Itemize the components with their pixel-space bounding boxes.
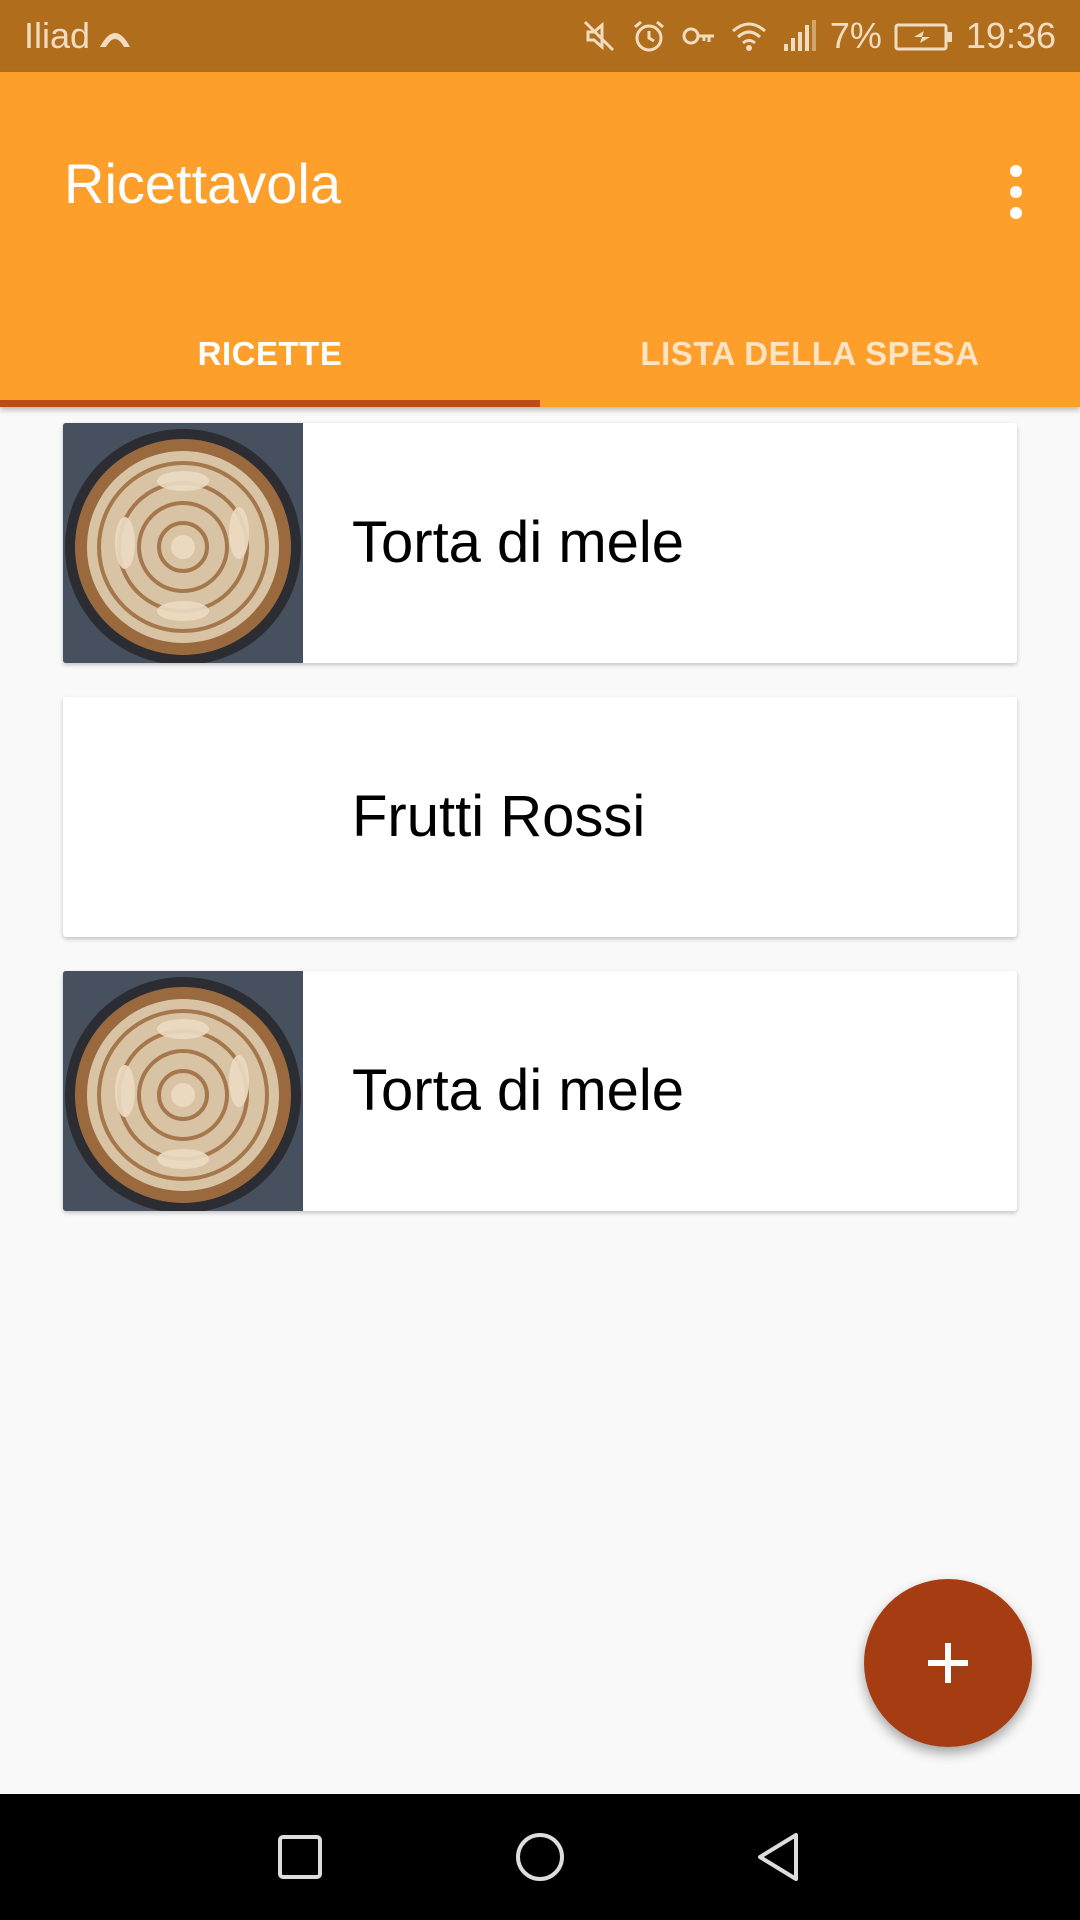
carrier-name: Iliad: [24, 15, 91, 56]
navigation-bar: [0, 1794, 1080, 1920]
alarm-icon: [633, 20, 664, 52]
add-recipe-button[interactable]: [864, 1579, 1032, 1747]
recipe-title: Frutti Rossi: [352, 784, 646, 849]
recipe-image: [63, 423, 303, 663]
battery-percent: 7%: [829, 15, 882, 56]
recipe-card[interactable]: Torta di mele: [63, 423, 1017, 663]
wifi-icon: [731, 22, 766, 51]
vpn-key-icon: [682, 27, 714, 45]
carrier-logo-icon: [100, 33, 131, 47]
home-icon[interactable]: [510, 1827, 570, 1887]
recipe-card[interactable]: Frutti Rossi: [63, 697, 1017, 937]
recipe-image: [63, 971, 303, 1211]
tab-lista-della-spesa[interactable]: LISTA DELLA SPESA: [540, 300, 1080, 407]
more-vert-icon[interactable]: [988, 152, 1044, 232]
tab-bar: RICETTE LISTA DELLA SPESA: [0, 300, 1080, 407]
mute-icon: [583, 20, 614, 52]
recents-icon[interactable]: [270, 1827, 330, 1887]
app-title: Ricettavola: [64, 152, 342, 215]
add-icon: [928, 1643, 968, 1683]
status-bar: Iliad 7% 19:36: [0, 0, 1080, 72]
tab-indicator: [0, 400, 540, 407]
tab-ricette[interactable]: RICETTE: [0, 300, 540, 407]
recipe-title: Torta di mele: [352, 1058, 685, 1123]
app-bar: Ricettavola RICETTE LISTA DELLA SPESA: [0, 72, 1080, 407]
recipe-title: Torta di mele: [352, 510, 685, 575]
back-icon[interactable]: [750, 1827, 810, 1887]
clock: 19:36: [965, 15, 1056, 56]
recipe-card[interactable]: Torta di mele: [63, 971, 1017, 1211]
carrier: Iliad: [24, 14, 134, 58]
signal-icon: [783, 20, 816, 51]
battery-charging-icon: [894, 23, 952, 51]
